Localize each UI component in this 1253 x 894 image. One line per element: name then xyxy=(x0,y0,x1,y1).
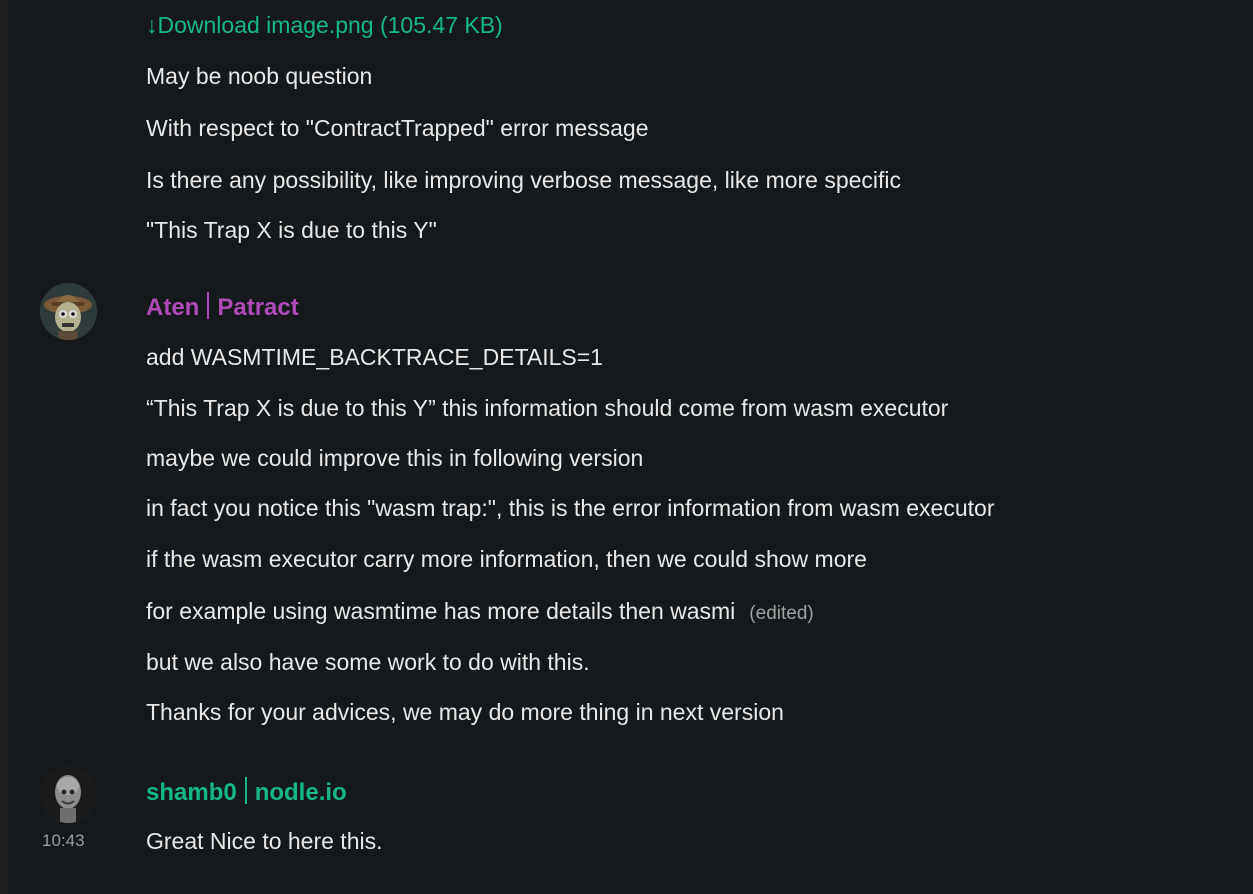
message-line: for example using wasmtime has more deta… xyxy=(146,596,814,629)
username-separator xyxy=(207,292,210,319)
username-org: Patract xyxy=(217,294,299,321)
chat-panel: ↓Download image.png (105.47 KB) May be n… xyxy=(8,0,1253,894)
message-text: for example using wasmtime has more deta… xyxy=(146,598,736,624)
message-line: “This Trap X is due to this Y” this info… xyxy=(146,395,949,421)
avatar[interactable] xyxy=(40,766,97,823)
message-line: maybe we could improve this in following… xyxy=(146,445,644,471)
avatar-aten-icon xyxy=(40,283,97,340)
message-line: in fact you notice this "wasm trap:", th… xyxy=(146,495,995,521)
message-timestamp[interactable]: 10:43 xyxy=(42,830,85,852)
message-line: if the wasm executor carry more informat… xyxy=(146,546,867,572)
message-line: but we also have some work to do with th… xyxy=(146,649,590,675)
username[interactable]: Aten Patract xyxy=(146,292,299,323)
avatar-shamb-icon xyxy=(40,766,97,823)
message-line: Is there any possibility, like improving… xyxy=(146,167,902,193)
message-line: add WASMTIME_BACKTRACE_DETAILS=1 xyxy=(146,344,603,370)
message-line: Thanks for your advices, we may do more … xyxy=(146,699,784,725)
username-org: nodle.io xyxy=(254,779,347,806)
edited-label: (edited) xyxy=(749,603,814,624)
username-name: Aten xyxy=(146,294,200,321)
message-line: With respect to "ContractTrapped" error … xyxy=(146,115,649,141)
username[interactable]: shamb0 nodle.io xyxy=(146,777,347,808)
username-name: shamb0 xyxy=(146,779,237,806)
username-separator xyxy=(244,777,247,804)
avatar[interactable] xyxy=(40,283,97,340)
message-line: May be noob question xyxy=(146,63,373,89)
message-line: Great Nice to here this. xyxy=(146,828,383,854)
download-attachment-link[interactable]: ↓Download image.png (105.47 KB) xyxy=(146,10,503,40)
message-line: "This Trap X is due to this Y" xyxy=(146,217,437,243)
